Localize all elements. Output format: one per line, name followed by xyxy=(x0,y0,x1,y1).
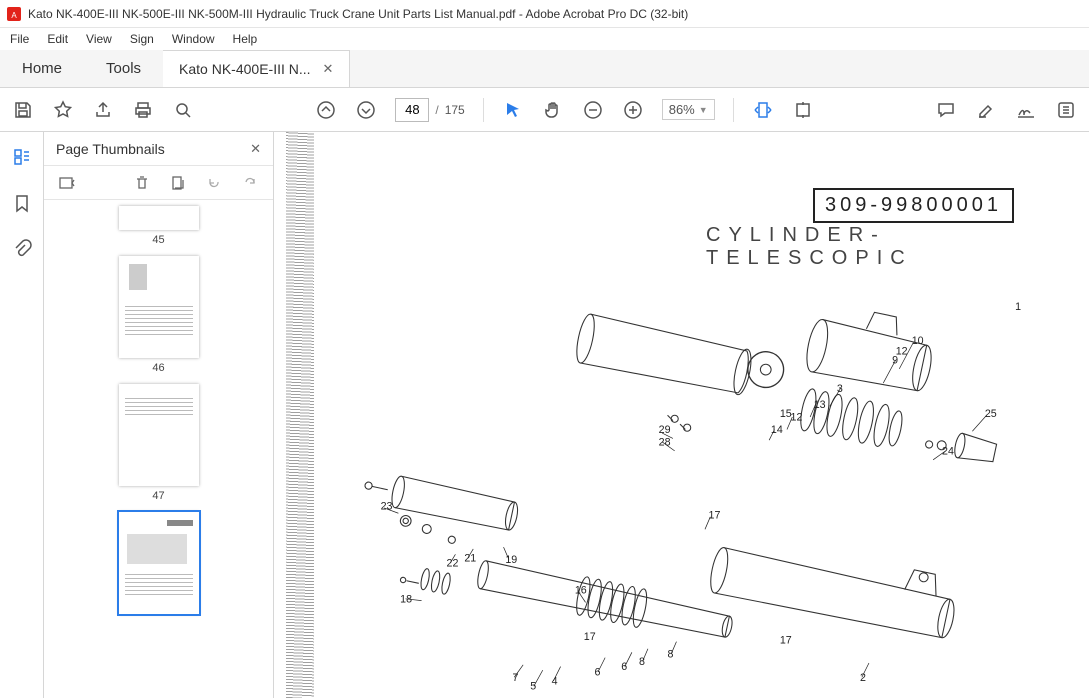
find-icon[interactable] xyxy=(172,99,194,121)
share-icon[interactable] xyxy=(92,99,114,121)
thumbnails-panel-icon[interactable] xyxy=(11,146,33,168)
thumbnail-page[interactable]: 47 xyxy=(119,384,199,502)
select-arrow-icon[interactable] xyxy=(502,99,524,121)
fit-width-icon[interactable] xyxy=(752,99,774,121)
tab-document[interactable]: Kato NK-400E-III N... ✕ xyxy=(163,50,350,87)
thumbnail-page-selected[interactable] xyxy=(119,512,199,614)
fit-page-icon[interactable] xyxy=(792,99,814,121)
hand-pan-icon[interactable] xyxy=(542,99,564,121)
thumbnail-number: 45 xyxy=(152,234,164,246)
navigation-rail xyxy=(0,132,44,698)
menu-window[interactable]: Window xyxy=(172,32,215,46)
zoom-level-value: 86% xyxy=(669,102,695,117)
svg-text:17: 17 xyxy=(780,634,792,646)
main-toolbar: / 175 86% ▼ xyxy=(0,88,1089,132)
page-up-icon[interactable] xyxy=(315,99,337,121)
thumbnail-number: 47 xyxy=(152,490,164,502)
svg-text:A: A xyxy=(11,11,17,20)
thumbnail-number: 46 xyxy=(152,362,164,374)
svg-text:5: 5 xyxy=(530,681,536,693)
menu-file[interactable]: File xyxy=(10,32,29,46)
svg-text:1: 1 xyxy=(1015,301,1021,313)
menu-edit[interactable]: Edit xyxy=(47,32,68,46)
sign-icon[interactable] xyxy=(1015,99,1037,121)
thumbnails-title: Page Thumbnails xyxy=(56,141,165,157)
thumbnails-list[interactable]: 45 46 47 xyxy=(44,200,273,698)
thumbnails-toolbar xyxy=(44,166,273,200)
tab-close-icon[interactable]: ✕ xyxy=(323,61,334,77)
part-number-box: 309-99800001 xyxy=(813,188,1014,223)
svg-text:17: 17 xyxy=(709,510,721,522)
bookmark-panel-icon[interactable] xyxy=(11,192,33,214)
new-page-icon[interactable] xyxy=(167,172,189,194)
page-number-box: / 175 xyxy=(395,98,464,122)
svg-text:2: 2 xyxy=(860,672,866,684)
svg-text:17: 17 xyxy=(584,631,596,643)
thumbnails-panel: Page Thumbnails ✕ 45 46 xyxy=(44,132,274,698)
svg-text:15: 15 xyxy=(780,408,792,420)
menu-help[interactable]: Help xyxy=(233,32,258,46)
window-title: Kato NK-400E-III NK-500E-III NK-500M-III… xyxy=(28,7,688,21)
exploded-diagram: 1 2 3 4 5 66 7 88 9 10 1212 13 14 15 xyxy=(336,254,1049,698)
menu-view[interactable]: View xyxy=(86,32,112,46)
page-total: 175 xyxy=(445,103,465,117)
document-view[interactable]: 309-99800001 CYLINDER-TELESCOPIC xyxy=(274,132,1089,698)
window-titlebar: A Kato NK-400E-III NK-500E-III NK-500M-I… xyxy=(0,0,1089,28)
page-down-icon[interactable] xyxy=(355,99,377,121)
highlight-icon[interactable] xyxy=(975,99,997,121)
zoom-level-dropdown[interactable]: 86% ▼ xyxy=(662,99,715,120)
page-separator: / xyxy=(435,103,438,117)
thumbnails-options-icon[interactable] xyxy=(56,172,78,194)
tab-document-label: Kato NK-400E-III N... xyxy=(179,61,311,77)
toolbar-separator xyxy=(733,98,734,122)
chevron-down-icon: ▼ xyxy=(699,105,708,115)
rotate-cw-icon[interactable] xyxy=(239,172,261,194)
star-icon[interactable] xyxy=(52,99,74,121)
page-scan-artifact xyxy=(286,132,314,698)
zoom-in-icon[interactable] xyxy=(622,99,644,121)
tab-tools[interactable]: Tools xyxy=(84,50,163,87)
svg-text:4: 4 xyxy=(552,675,558,687)
svg-text:7: 7 xyxy=(512,672,518,684)
page-number-input[interactable] xyxy=(395,98,429,122)
menu-bar: File Edit View Sign Window Help xyxy=(0,28,1089,50)
toolbar-separator xyxy=(483,98,484,122)
svg-text:10: 10 xyxy=(912,335,924,347)
tab-bar: Home Tools Kato NK-400E-III N... ✕ xyxy=(0,50,1089,88)
thumbnail-page[interactable]: 46 xyxy=(119,256,199,374)
svg-text:25: 25 xyxy=(985,408,997,420)
pdf-page: 309-99800001 CYLINDER-TELESCOPIC xyxy=(274,132,1089,698)
thumbnails-header: Page Thumbnails ✕ xyxy=(44,132,273,166)
workspace: Page Thumbnails ✕ 45 46 xyxy=(0,132,1089,698)
attachments-panel-icon[interactable] xyxy=(11,238,33,260)
menu-sign[interactable]: Sign xyxy=(130,32,154,46)
print-icon[interactable] xyxy=(132,99,154,121)
more-tools-icon[interactable] xyxy=(1055,99,1077,121)
pdf-file-icon: A xyxy=(6,6,22,22)
svg-text:24: 24 xyxy=(942,445,954,457)
svg-text:14: 14 xyxy=(771,424,783,436)
close-panel-icon[interactable]: ✕ xyxy=(250,141,261,157)
zoom-out-icon[interactable] xyxy=(582,99,604,121)
comment-icon[interactable] xyxy=(935,99,957,121)
save-icon[interactable] xyxy=(12,99,34,121)
thumbnail-page[interactable]: 45 xyxy=(119,206,199,246)
rotate-ccw-icon[interactable] xyxy=(203,172,225,194)
svg-text:23: 23 xyxy=(381,501,393,513)
delete-page-icon[interactable] xyxy=(131,172,153,194)
tab-home[interactable]: Home xyxy=(0,50,84,87)
